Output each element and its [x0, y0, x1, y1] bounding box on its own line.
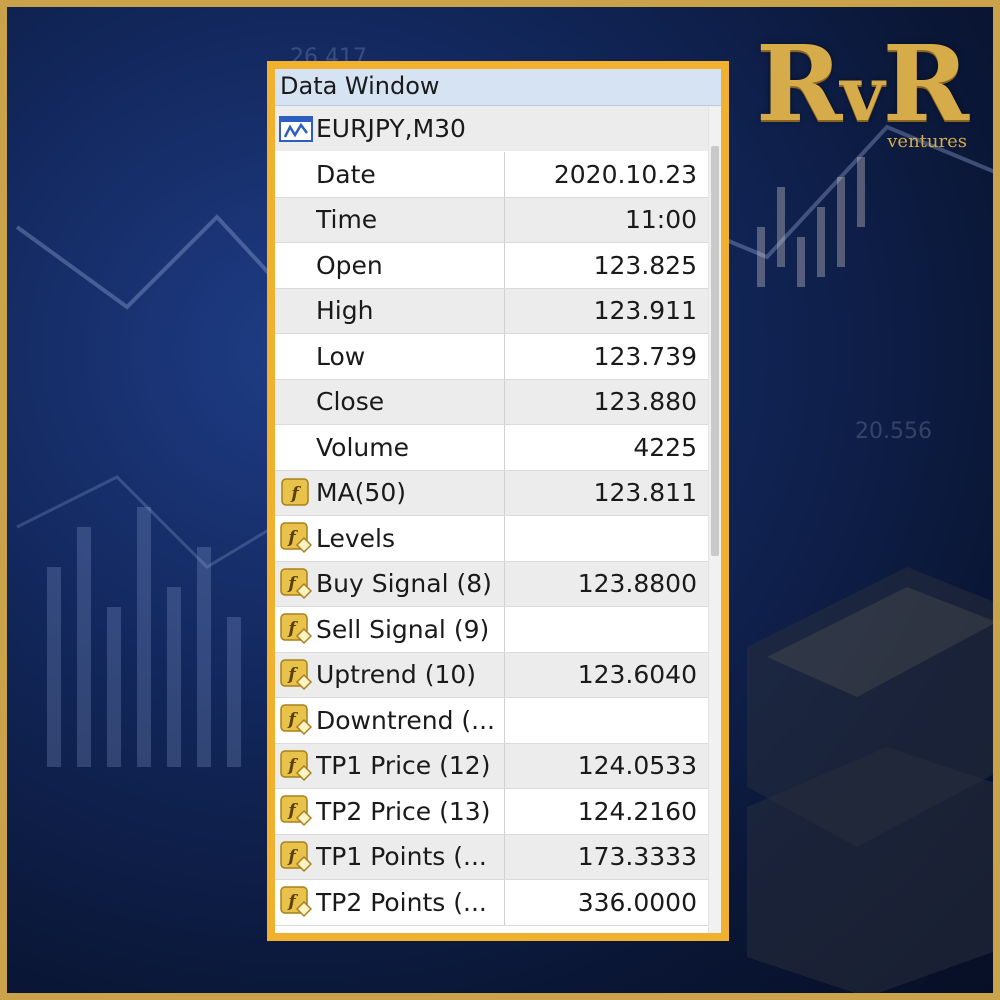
row-label: TP1 Price (12) [316, 743, 505, 788]
data-row[interactable]: f TP1 Points (... 173.3333 [275, 834, 709, 880]
data-row[interactable]: f TP2 Price (13) 124.2160 [275, 789, 709, 835]
row-label: Volume [316, 425, 505, 470]
row-value: 123.8800 [577, 569, 697, 599]
data-row[interactable]: Low 123.739 [275, 334, 709, 380]
row-label: Downtrend (... [316, 698, 505, 743]
data-window: Data Window EURJPY,M30 Date 2020.10.23 Tim… [267, 61, 729, 941]
symbol-label: EURJPY,M30 [316, 114, 466, 143]
data-row[interactable]: f Buy Signal (8) 123.8800 [275, 561, 709, 607]
row-value: 2020.10.23 [553, 159, 697, 189]
data-row[interactable]: High 123.911 [275, 288, 709, 334]
row-icon-placeholder [275, 425, 316, 470]
data-row[interactable]: Date 2020.10.23 [275, 152, 709, 198]
background-number: 20.556 [855, 419, 932, 444]
custom-indicator-icon: f [275, 562, 316, 607]
data-row[interactable]: Close 123.880 [275, 379, 709, 425]
custom-indicator-icon: f [275, 653, 316, 698]
data-rows: EURJPY,M30 Date 2020.10.23 Time 11:00 Open 12… [275, 106, 709, 926]
row-icon-placeholder [275, 152, 316, 197]
custom-indicator-icon: f [275, 607, 316, 652]
custom-indicator-icon: f [275, 516, 316, 561]
data-row[interactable]: Volume 4225 [275, 425, 709, 471]
data-row[interactable]: f Levels [275, 516, 709, 562]
row-value: 123.880 [593, 387, 697, 417]
row-label: Buy Signal (8) [316, 561, 505, 606]
row-label: Time [316, 197, 505, 242]
row-label: TP1 Points (... [316, 834, 505, 879]
row-icon-placeholder [275, 380, 316, 425]
row-value: 123.811 [593, 478, 697, 508]
row-value: 4225 [633, 432, 697, 462]
row-label: Sell Signal (9) [316, 607, 505, 652]
row-value [505, 698, 709, 743]
row-value: 124.2160 [577, 796, 697, 826]
custom-indicator-icon: f [275, 698, 316, 743]
data-row[interactable]: Time 11:00 [275, 197, 709, 243]
row-value: 123.6040 [577, 660, 697, 690]
row-label: Uptrend (10) [316, 652, 505, 697]
data-row[interactable]: f Uptrend (10) 123.6040 [275, 652, 709, 698]
data-row[interactable]: f MA(50) 123.811 [275, 470, 709, 516]
scrollbar-thumb[interactable] [711, 146, 719, 556]
row-label: Date [316, 152, 505, 197]
row-label: Close [316, 379, 505, 424]
row-icon-placeholder [275, 198, 316, 243]
row-icon-placeholder [275, 243, 316, 288]
window-title: Data Window [275, 69, 721, 106]
row-label: High [316, 288, 505, 333]
row-icon-placeholder [275, 334, 316, 379]
data-row[interactable]: f Downtrend (... [275, 698, 709, 744]
row-value: 123.739 [593, 341, 697, 371]
chart-icon [275, 115, 316, 142]
data-window-body: EURJPY,M30 Date 2020.10.23 Time 11:00 Open 12… [275, 106, 721, 933]
symbol-row[interactable]: EURJPY,M30 [275, 106, 709, 152]
logo-subtitle: ventures [887, 131, 967, 152]
row-label: MA(50) [316, 470, 505, 515]
row-value: 336.0000 [577, 887, 697, 917]
function-icon: f [275, 471, 316, 516]
row-value: 124.0533 [577, 751, 697, 781]
row-icon-placeholder [275, 289, 316, 334]
custom-indicator-icon: f [275, 744, 316, 789]
custom-indicator-icon: f [275, 880, 316, 925]
row-label: TP2 Price (13) [316, 789, 505, 834]
data-row[interactable]: f Sell Signal (9) [275, 607, 709, 653]
row-label: Open [316, 243, 505, 288]
row-value: 123.911 [593, 296, 697, 326]
row-value: 123.825 [593, 250, 697, 280]
data-row[interactable]: f TP1 Price (12) 124.0533 [275, 743, 709, 789]
rvr-ventures-logo: RvR ventures [741, 29, 971, 159]
row-value [505, 516, 709, 561]
data-row[interactable]: Open 123.825 [275, 243, 709, 289]
data-row[interactable]: f TP2 Points (... 336.0000 [275, 880, 709, 926]
row-value [505, 607, 709, 652]
row-value: 173.3333 [577, 842, 697, 872]
row-label: Levels [316, 516, 505, 561]
custom-indicator-icon: f [275, 789, 316, 834]
row-value: 11:00 [624, 205, 697, 235]
vertical-scrollbar[interactable] [708, 106, 721, 933]
row-label: Low [316, 334, 505, 379]
row-label: TP2 Points (... [316, 880, 505, 925]
custom-indicator-icon: f [275, 835, 316, 880]
